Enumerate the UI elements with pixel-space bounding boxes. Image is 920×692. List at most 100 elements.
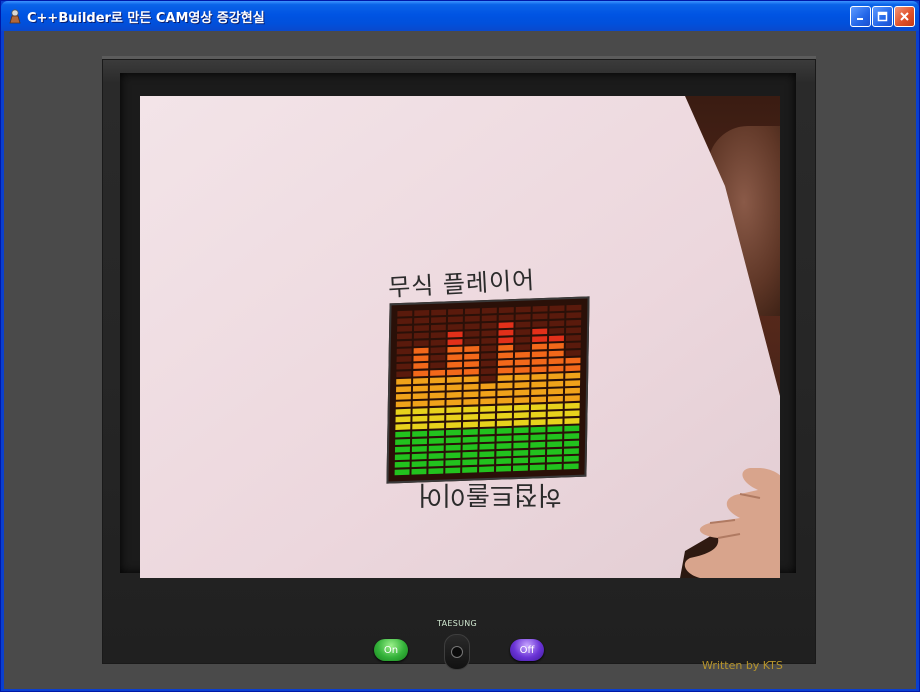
eq-cell: [447, 323, 463, 330]
eq-cell: [481, 307, 497, 314]
eq-cell: [396, 371, 412, 378]
eq-cell: [548, 388, 564, 395]
eq-cell: [394, 454, 410, 461]
eq-cell: [396, 386, 412, 393]
eq-cell: [395, 423, 411, 430]
eq-cell: [532, 305, 548, 312]
eq-cell: [480, 368, 496, 375]
eq-cell: [547, 418, 563, 425]
eq-cell: [429, 415, 445, 422]
eq-cell: [496, 465, 512, 472]
eq-cell: [563, 463, 579, 470]
eq-cell: [397, 310, 413, 317]
eq-cell: [445, 459, 461, 466]
eq-cell: [565, 372, 581, 379]
eq-cell: [429, 377, 445, 384]
tv-bezel: 무식 플레이어 허접트롤이어 TAESUNG On Off Written by…: [102, 56, 816, 672]
eq-cell: [498, 352, 514, 359]
eq-cell: [412, 385, 428, 392]
eq-cell: [414, 317, 430, 324]
eq-cell: [548, 380, 564, 387]
eq-cell: [447, 331, 463, 338]
eq-cell: [428, 452, 444, 459]
eq-cell: [531, 388, 547, 395]
eq-cell: [429, 385, 445, 392]
eq-cell: [394, 469, 410, 476]
eq-cell: [479, 458, 495, 465]
eq-cell: [531, 366, 547, 373]
eq-cell: [480, 398, 496, 405]
eq-cell: [447, 316, 463, 323]
app-icon[interactable]: [7, 8, 23, 24]
eq-cell: [564, 402, 580, 409]
eq-cell: [549, 305, 565, 312]
client-area: 무식 플레이어 허접트롤이어 TAESUNG On Off Written by…: [4, 31, 916, 689]
eq-cell: [548, 373, 564, 380]
eq-cell: [566, 319, 582, 326]
eq-cell: [431, 309, 447, 316]
eq-cell: [497, 390, 513, 397]
eq-cell: [395, 431, 411, 438]
title-bar[interactable]: C++Builder로 만든 CAM영상 증강현실: [1, 1, 919, 31]
eq-cell: [563, 448, 579, 455]
eq-cell: [413, 355, 429, 362]
app-window: C++Builder로 만든 CAM영상 증강현실 무식 플레이어 허접트롤이어…: [0, 0, 920, 692]
eq-cell: [447, 354, 463, 361]
eq-cell: [430, 347, 446, 354]
eq-cell: [462, 421, 478, 428]
eq-cell: [549, 320, 565, 327]
eq-cell: [497, 405, 513, 412]
eq-cell: [429, 422, 445, 429]
eq-cell: [464, 308, 480, 315]
eq-cell: [497, 382, 513, 389]
eq-cell: [547, 403, 563, 410]
eq-cell: [564, 440, 580, 447]
eq-cell: [548, 335, 564, 342]
eq-cell: [394, 446, 410, 453]
eq-cell: [512, 465, 528, 472]
eq-cell: [413, 332, 429, 339]
eq-cell: [515, 306, 531, 313]
on-button[interactable]: On: [374, 639, 408, 661]
eq-cell: [514, 351, 530, 358]
eq-cell: [463, 406, 479, 413]
eq-cell: [565, 357, 581, 364]
eq-cell: [548, 365, 564, 372]
eq-cell: [480, 383, 496, 390]
eq-cell: [498, 307, 514, 314]
eq-cell: [445, 467, 461, 474]
eq-cell: [566, 327, 582, 334]
eq-cell: [513, 450, 529, 457]
off-button[interactable]: Off: [510, 639, 544, 661]
hand: [684, 468, 780, 578]
eq-cell: [463, 391, 479, 398]
eq-cell: [481, 315, 497, 322]
close-button[interactable]: [894, 6, 915, 27]
minimize-button[interactable]: [850, 6, 871, 27]
eq-cell: [480, 375, 496, 382]
eq-cell: [446, 376, 462, 383]
eq-cell: [462, 429, 478, 436]
eq-cell: [481, 322, 497, 329]
eq-cell: [546, 456, 562, 463]
eq-cell: [413, 377, 429, 385]
eq-cell: [430, 324, 446, 331]
eq-cell: [413, 362, 429, 369]
close-icon: [900, 12, 909, 21]
eq-cell: [396, 348, 412, 355]
eq-cell: [497, 367, 513, 374]
eq-cell: [547, 395, 563, 402]
eq-cell: [515, 313, 531, 321]
eq-cell: [481, 353, 497, 360]
eq-cell: [530, 441, 546, 448]
eq-cell: [430, 362, 446, 369]
eq-cell: [530, 426, 546, 433]
eq-cell: [395, 439, 411, 446]
eq-cell: [514, 366, 530, 373]
eq-cell: [397, 325, 413, 332]
eq-cell: [447, 339, 463, 346]
eq-cell: [498, 314, 514, 321]
maximize-button[interactable]: [872, 6, 893, 27]
eq-cell: [564, 425, 580, 432]
eq-cell: [413, 370, 429, 377]
